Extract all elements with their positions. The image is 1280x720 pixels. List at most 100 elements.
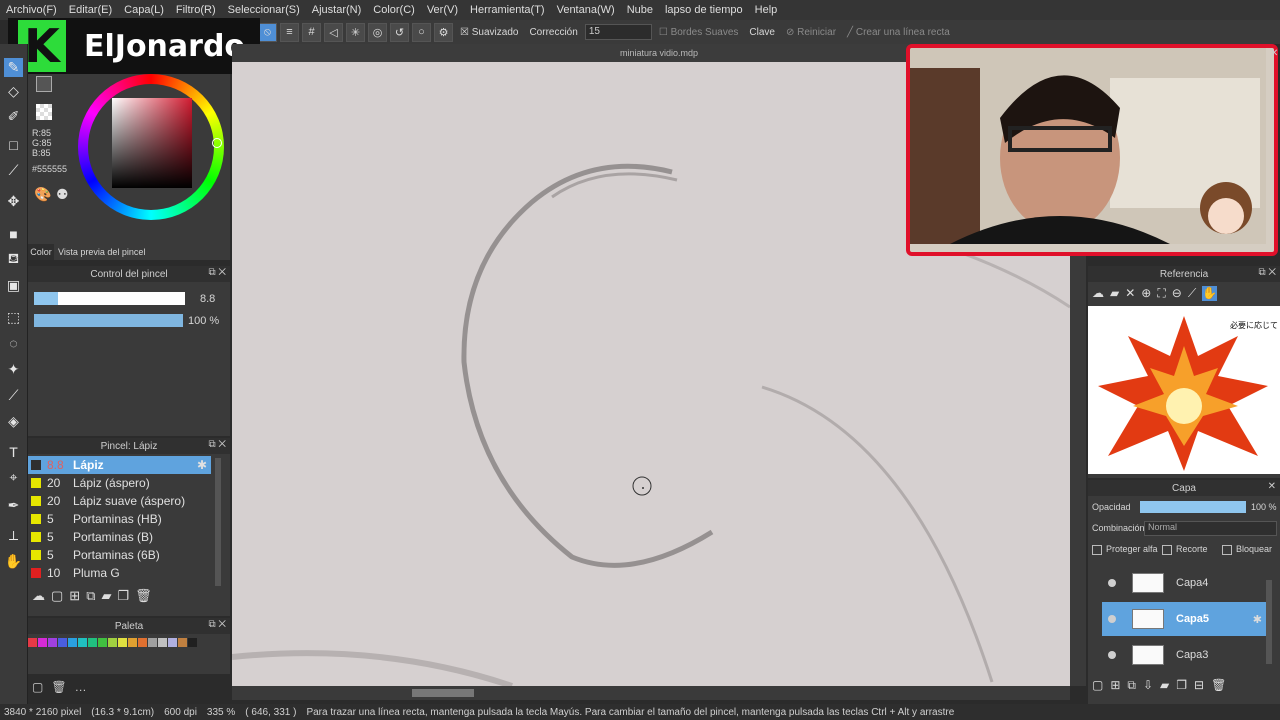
new-palette-icon[interactable]: ▢ [32,680,43,694]
blend-select[interactable]: Normal [1144,521,1277,536]
palette-swatch[interactable] [168,638,177,647]
menu-item[interactable]: Ventana(W) [551,4,621,16]
duplicate-brush-icon[interactable]: ⧉ [86,588,95,608]
magic-wand-icon[interactable]: ✦ [4,360,23,379]
saturation-square[interactable] [112,98,192,188]
layer-scrollbar[interactable] [1266,580,1272,664]
pen-pressure-icon[interactable]: ⦸ [258,22,277,42]
new-layer-icon[interactable]: ▢ [1092,678,1103,693]
palette-swatch[interactable] [138,638,147,647]
palette-swatch[interactable] [178,638,187,647]
zoom-out-icon[interactable]: ⊖ [1172,286,1182,301]
select-eraser-icon[interactable]: ◈ [4,412,23,431]
palette-swatch[interactable] [158,638,167,647]
curve-ruler-icon[interactable]: ↺ [390,22,409,42]
straight-line-button[interactable]: ╱ Crear una línea recta [847,27,950,38]
soft-eraser-icon[interactable]: ✐ [4,107,23,126]
palette-swatch[interactable] [188,638,197,647]
select-pen-icon[interactable]: ⟋ [4,386,23,405]
menu-item[interactable]: Herramienta(T) [464,4,551,16]
palette-swatch[interactable] [78,638,87,647]
eraser-tool-icon[interactable]: ◇ [4,82,23,101]
hatch-icon[interactable]: ≡ [280,22,299,42]
smoothing-toggle[interactable]: ☒ Suavizado [460,27,518,38]
pencil-tool-icon[interactable]: ✎ [4,58,23,77]
transparent-swatch[interactable] [36,104,52,120]
more-icon[interactable]: … [75,680,87,694]
layer-row[interactable]: Capa5 ✱ [1102,602,1266,636]
gradient-icon[interactable]: ▣ [4,276,23,295]
brush-item[interactable]: 10 Pluma G [28,564,211,582]
eyedropper-icon[interactable]: ⟋ [1188,286,1196,301]
brush-item[interactable]: 5 Portaminas (B) [28,528,211,546]
layer-visibility-icon[interactable] [1108,579,1116,587]
duplicate-icon[interactable]: ❐ [1176,678,1187,693]
close-icon[interactable]: ✕ [1125,286,1135,301]
palette-swatch[interactable] [68,638,77,647]
grid-icon[interactable]: # [302,22,321,42]
hand-icon[interactable]: ✋ [1202,286,1218,301]
panel-close-icon[interactable]: ⧉ ✕ [1258,267,1276,278]
cloud-icon[interactable]: ☁ [1092,286,1104,301]
eyedropper-icon[interactable]: ⟂ [4,526,23,545]
rectangle-select-icon[interactable]: □ [4,135,23,154]
merge-icon[interactable]: ⇩ [1143,678,1153,693]
menu-item[interactable]: Nube [621,4,659,16]
layer-row[interactable]: Capa4 [1102,566,1266,600]
brush-item[interactable]: 20 Lápiz suave (áspero) [28,492,211,510]
layer-opacity-slider[interactable] [1140,501,1246,513]
opacity-slider[interactable] [34,314,183,327]
open-folder-icon[interactable]: ▰ [1110,286,1119,301]
panel-close-icon[interactable]: ✕ [1268,481,1276,492]
radial-icon[interactable]: ✳ [346,22,365,42]
menu-item[interactable]: Help [749,4,784,16]
layer-visibility-icon[interactable] [1108,651,1116,659]
tab-brush-preview[interactable]: Vista previa del pincel [58,244,145,260]
brush-list-scrollbar[interactable] [215,458,221,586]
merge-down-icon[interactable]: ⊟ [1194,678,1204,693]
panel-close-icon[interactable]: ⧉ ✕ [208,439,226,450]
reset-button[interactable]: ⊘ Reiniciar [786,27,836,38]
new-brush-icon[interactable]: ▢ [51,588,63,608]
zoom-in-icon[interactable]: ⊕ [1141,286,1151,301]
palette-mode-icon[interactable]: 🎨 [34,186,51,203]
hue-marker[interactable] [212,138,222,148]
brush-item[interactable]: 5 Portaminas (HB) [28,510,211,528]
menu-item[interactable]: Filtro(R) [170,4,222,16]
horizontal-scrollbar[interactable] [232,686,1070,700]
fill-bucket-icon[interactable]: ⛾ [4,250,23,269]
palette-swatch[interactable] [128,638,137,647]
panel-close-icon[interactable]: ⧉ ✕ [208,619,226,630]
clip-checkbox[interactable]: Recorte [1162,544,1208,555]
layer-row[interactable]: Capa3 [1102,638,1266,672]
brush-item[interactable]: 8.8 Lápiz ✱ [28,456,211,474]
palette-swatch[interactable] [98,638,107,647]
panel-close-icon[interactable]: ⧉ ✕ [208,267,226,278]
tab-color[interactable]: Color [28,244,54,260]
menu-item[interactable]: Archivo(F) [0,4,63,16]
add-brush-icon[interactable]: ⊞ [69,588,80,608]
menu-item[interactable]: Ver(V) [421,4,464,16]
soft-edges-toggle[interactable]: ☐ Bordes Suaves [659,27,739,38]
overlay-close-icon[interactable]: ✕ [1270,48,1278,59]
menu-item[interactable]: Capa(L) [118,4,170,16]
reference-image[interactable]: 必要に応じて [1088,306,1280,474]
trash-icon[interactable]: 🗑 [1211,678,1226,693]
protect-alpha-checkbox[interactable]: Proteger alfa [1092,544,1158,555]
shape-tool-icon[interactable]: ■ [4,224,23,243]
color-mix-icon[interactable]: ⚉ [56,186,69,203]
concentric-icon[interactable]: ◎ [368,22,387,42]
snap-circle-icon[interactable]: ○ [412,22,431,42]
copy-layer-icon[interactable]: ⧉ [1127,678,1136,693]
lasso-icon[interactable]: ◌ [4,333,23,352]
palette-swatch[interactable] [108,638,117,647]
copy-icon[interactable]: ❐ [118,588,130,608]
lock-checkbox[interactable]: Bloquear [1222,544,1272,555]
cloud-brush-icon[interactable]: ☁ [32,588,45,608]
brush-settings-icon[interactable]: ✱ [197,458,207,472]
transform-icon[interactable]: ⌖ [4,468,23,487]
brush-item[interactable]: 5 Portaminas (6B) [28,546,211,564]
foreground-swatch[interactable] [36,76,52,92]
fit-icon[interactable]: ⛶ [1157,286,1165,301]
palette-swatch[interactable] [48,638,57,647]
